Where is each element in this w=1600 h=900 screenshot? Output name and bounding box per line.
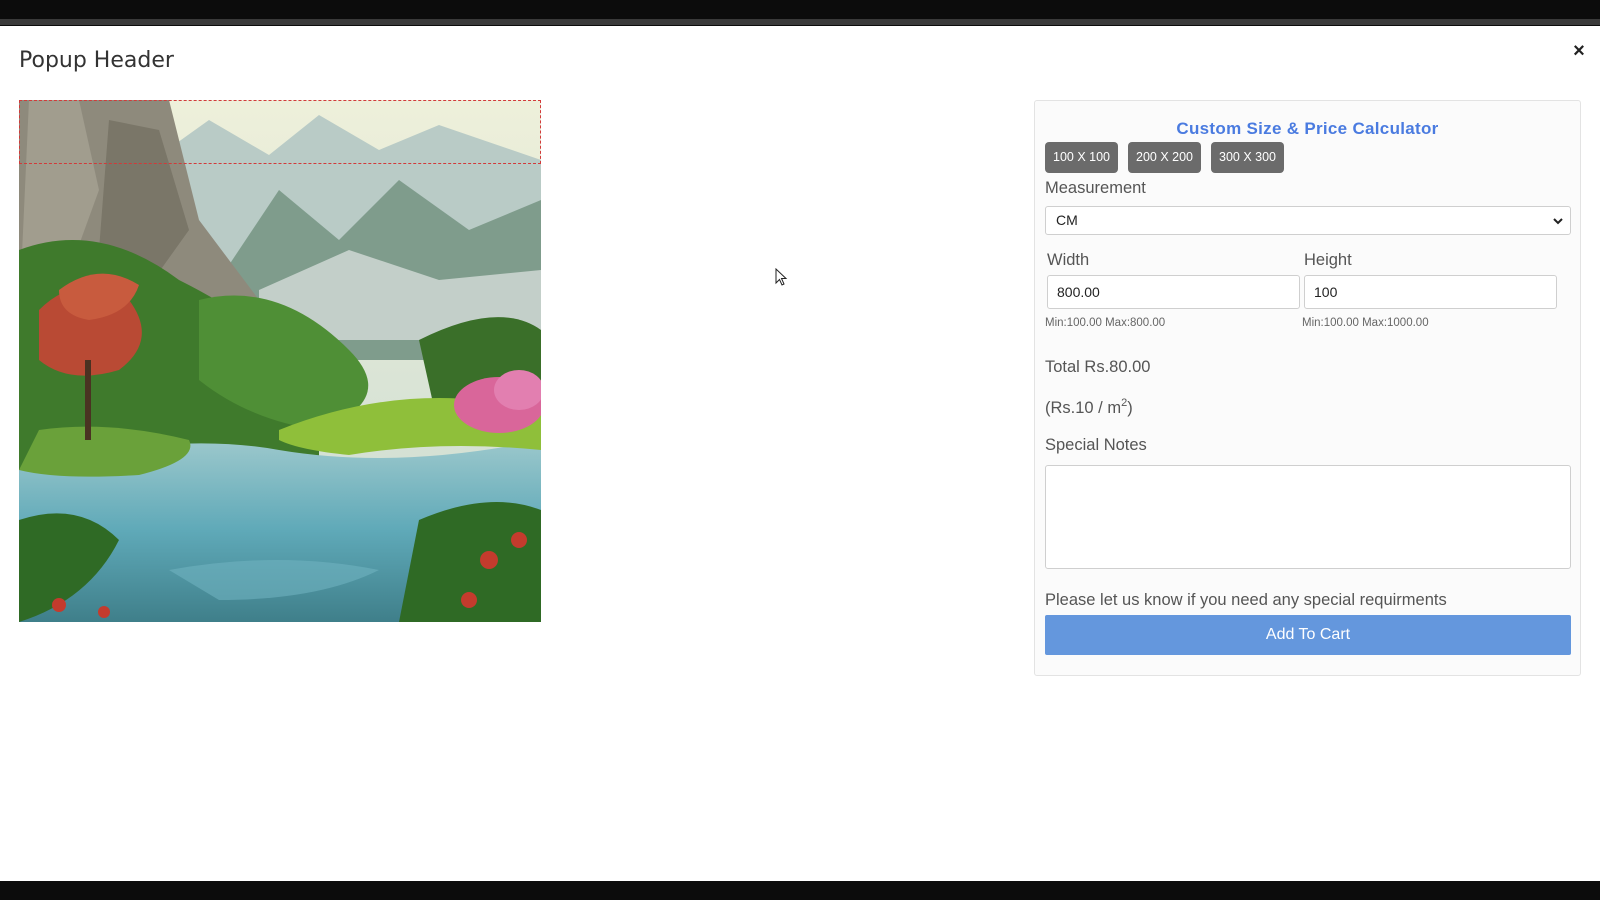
- special-notes-label: Special Notes: [1045, 436, 1147, 454]
- unit-rate: (Rs.10 / m2): [1045, 397, 1133, 418]
- crop-selection-box[interactable]: [19, 100, 541, 164]
- rate-suffix: ): [1127, 399, 1133, 417]
- width-label: Width: [1047, 251, 1090, 269]
- close-icon[interactable]: ×: [1568, 40, 1590, 62]
- landscape-image: [19, 100, 541, 622]
- special-notes-help: Please let us know if you need any speci…: [1045, 591, 1447, 609]
- measurement-select[interactable]: CM: [1045, 206, 1571, 235]
- calculator-title: Custom Size & Price Calculator: [1176, 119, 1439, 138]
- product-image[interactable]: [19, 100, 541, 622]
- top-bar-divider: [0, 19, 1600, 25]
- width-hint: Min:100.00 Max:800.00: [1045, 317, 1166, 329]
- popup-modal: Popup Header × Custom Size & Price Calcu…: [0, 26, 1600, 881]
- browser-bottom-bar: [0, 881, 1600, 900]
- preset-300x300-button[interactable]: 300 X 300: [1211, 142, 1284, 173]
- size-price-calculator: Custom Size & Price Calculator 100 X 100…: [1034, 100, 1581, 676]
- width-input[interactable]: 800.00: [1047, 275, 1300, 309]
- mouse-cursor-icon: [775, 268, 788, 286]
- height-input[interactable]: 100: [1304, 275, 1557, 309]
- add-to-cart-button[interactable]: Add To Cart: [1045, 615, 1571, 655]
- height-label: Height: [1304, 251, 1352, 269]
- special-notes-textarea[interactable]: [1045, 465, 1571, 569]
- chevron-down-icon: [1553, 218, 1563, 225]
- preset-100x100-button[interactable]: 100 X 100: [1045, 142, 1118, 173]
- preset-200x200-button[interactable]: 200 X 200: [1128, 142, 1201, 173]
- total-price: Total Rs.80.00: [1045, 358, 1151, 376]
- rate-prefix: (Rs.10 / m: [1045, 399, 1122, 417]
- modal-title: Popup Header: [19, 48, 174, 73]
- measurement-label: Measurement: [1045, 179, 1146, 197]
- height-hint: Min:100.00 Max:1000.00: [1302, 317, 1429, 329]
- measurement-value: CM: [1056, 212, 1078, 228]
